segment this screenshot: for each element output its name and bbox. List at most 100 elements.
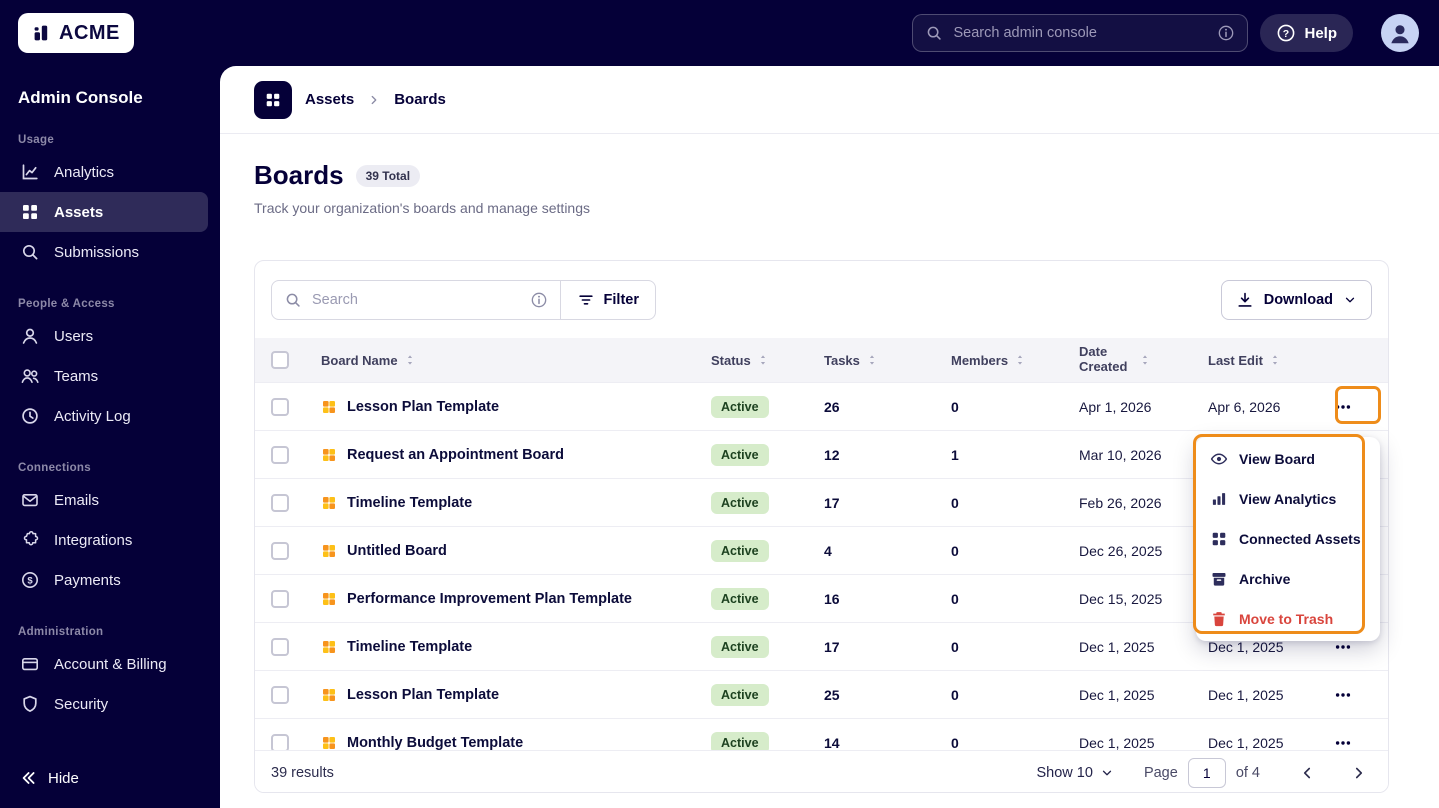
date-created: Dec 1, 2025 (1079, 734, 1155, 751)
payments-coin-icon (20, 570, 40, 590)
column-header-last-edit[interactable]: Last Edit (1208, 353, 1328, 368)
sidebar-item-label: Analytics (54, 163, 115, 181)
sidebar-item-activity-log[interactable]: Activity Log (0, 396, 208, 436)
show-per-page-select[interactable]: Show 10 (1037, 765, 1114, 781)
status-badge: Active (711, 395, 769, 418)
status-badge: Active (711, 635, 769, 658)
main-content: Assets Boards Boards 39 Total Track your… (220, 66, 1439, 808)
filter-button[interactable]: Filter (561, 281, 655, 319)
board-name[interactable]: Untitled Board (347, 543, 447, 559)
search-filter-control: Filter (271, 279, 656, 320)
sort-icon[interactable] (865, 353, 879, 367)
column-header-date-created[interactable]: Date Created (1079, 344, 1208, 375)
page-number-input[interactable] (1187, 757, 1226, 788)
user-icon (20, 326, 40, 346)
row-actions-button[interactable] (1328, 728, 1358, 751)
row-checkbox[interactable] (271, 733, 289, 750)
sort-icon[interactable] (1013, 353, 1027, 367)
sidebar-item-label: Teams (54, 367, 99, 385)
sort-icon[interactable] (756, 353, 770, 367)
sort-icon[interactable] (403, 353, 417, 367)
board-name[interactable]: Performance Improvement Plan Template (347, 591, 632, 607)
results-count: 39 results (271, 764, 334, 781)
sidebar-item-assets[interactable]: Assets (0, 192, 208, 232)
teams-icon (20, 366, 40, 386)
table-row: Monthly Budget Template Active 14 0 Dec … (255, 718, 1388, 750)
menu-item-archive[interactable]: Archive (1196, 559, 1380, 599)
last-edit: Apr 6, 2026 (1208, 398, 1281, 415)
puzzle-icon (20, 530, 40, 550)
last-edit: Dec 1, 2025 (1208, 686, 1284, 703)
board-name[interactable]: Monthly Budget Template (347, 735, 523, 751)
admin-search-input[interactable] (953, 25, 1208, 41)
connected-assets-icon (1210, 530, 1228, 548)
activity-clock-icon (20, 406, 40, 426)
status-badge: Active (711, 683, 769, 706)
date-created: Feb 26, 2026 (1079, 494, 1162, 511)
table-search-input[interactable] (312, 291, 520, 308)
sort-icon[interactable] (1268, 353, 1282, 367)
board-name[interactable]: Timeline Template (347, 495, 472, 511)
eye-icon (1210, 450, 1228, 468)
sidebar-item-integrations[interactable]: Integrations (0, 520, 208, 560)
sidebar-item-account-billing[interactable]: Account & Billing (0, 644, 208, 684)
row-checkbox[interactable] (271, 685, 289, 704)
select-all-checkbox[interactable] (271, 351, 289, 369)
menu-item-view-analytics[interactable]: View Analytics (1196, 479, 1380, 519)
shield-icon (20, 694, 40, 714)
status-badge: Active (711, 539, 769, 562)
sidebar-item-label: Activity Log (54, 407, 131, 425)
sidebar-item-analytics[interactable]: Analytics (0, 152, 208, 192)
info-icon[interactable] (1217, 24, 1235, 42)
next-page-button[interactable] (1346, 760, 1372, 786)
sidebar-item-users[interactable]: Users (0, 316, 208, 356)
status-badge: Active (711, 491, 769, 514)
avatar[interactable] (1381, 14, 1419, 52)
acme-logo[interactable]: ACME (18, 13, 134, 53)
column-header-members[interactable]: Members (951, 353, 1079, 368)
board-icon (321, 687, 337, 703)
previous-page-button[interactable] (1294, 760, 1320, 786)
board-icon (321, 399, 337, 415)
info-icon[interactable] (530, 291, 548, 309)
help-button[interactable]: Help (1260, 14, 1353, 52)
row-checkbox[interactable] (271, 493, 289, 512)
board-icon (321, 591, 337, 607)
sidebar-item-label: Assets (54, 203, 104, 221)
row-checkbox[interactable] (271, 445, 289, 464)
sidebar-item-emails[interactable]: Emails (0, 480, 208, 520)
table-footer: 39 results Show 10 Page of 4 (255, 750, 1388, 792)
tasks-count: 14 (824, 734, 840, 751)
status-badge: Active (711, 587, 769, 610)
row-checkbox[interactable] (271, 589, 289, 608)
chevron-right-icon (367, 93, 381, 107)
menu-item-view-board[interactable]: View Board (1196, 439, 1380, 479)
table-header: Board Name Status Tasks Members Date Cre… (255, 338, 1388, 382)
board-name[interactable]: Request an Appointment Board (347, 447, 564, 463)
board-name[interactable]: Lesson Plan Template (347, 399, 499, 415)
column-header-board-name[interactable]: Board Name (303, 353, 711, 368)
sidebar-item-submissions[interactable]: Submissions (0, 232, 208, 272)
row-actions-button[interactable] (1328, 392, 1358, 422)
grid-icon (264, 91, 282, 109)
sidebar-item-payments[interactable]: Payments (0, 560, 208, 600)
board-name[interactable]: Lesson Plan Template (347, 687, 499, 703)
row-checkbox[interactable] (271, 637, 289, 656)
hide-sidebar-button[interactable]: Hide (18, 760, 79, 796)
sort-icon[interactable] (1138, 353, 1152, 367)
row-checkbox[interactable] (271, 541, 289, 560)
logo-text: ACME (59, 21, 120, 44)
column-header-tasks[interactable]: Tasks (824, 353, 951, 368)
page-title: Boards (254, 160, 344, 190)
menu-item-move-to-trash[interactable]: Move to Trash (1196, 599, 1380, 639)
menu-item-connected-assets[interactable]: Connected Assets (1196, 519, 1380, 559)
sidebar-item-security[interactable]: Security (0, 684, 208, 724)
column-header-status[interactable]: Status (711, 353, 824, 368)
sidebar-item-teams[interactable]: Teams (0, 356, 208, 396)
download-button[interactable]: Download (1220, 279, 1372, 320)
board-name[interactable]: Timeline Template (347, 639, 472, 655)
breadcrumb-parent[interactable]: Assets (305, 91, 354, 108)
row-actions-button[interactable] (1328, 680, 1358, 710)
row-checkbox[interactable] (271, 397, 289, 416)
filter-label: Filter (603, 291, 639, 308)
